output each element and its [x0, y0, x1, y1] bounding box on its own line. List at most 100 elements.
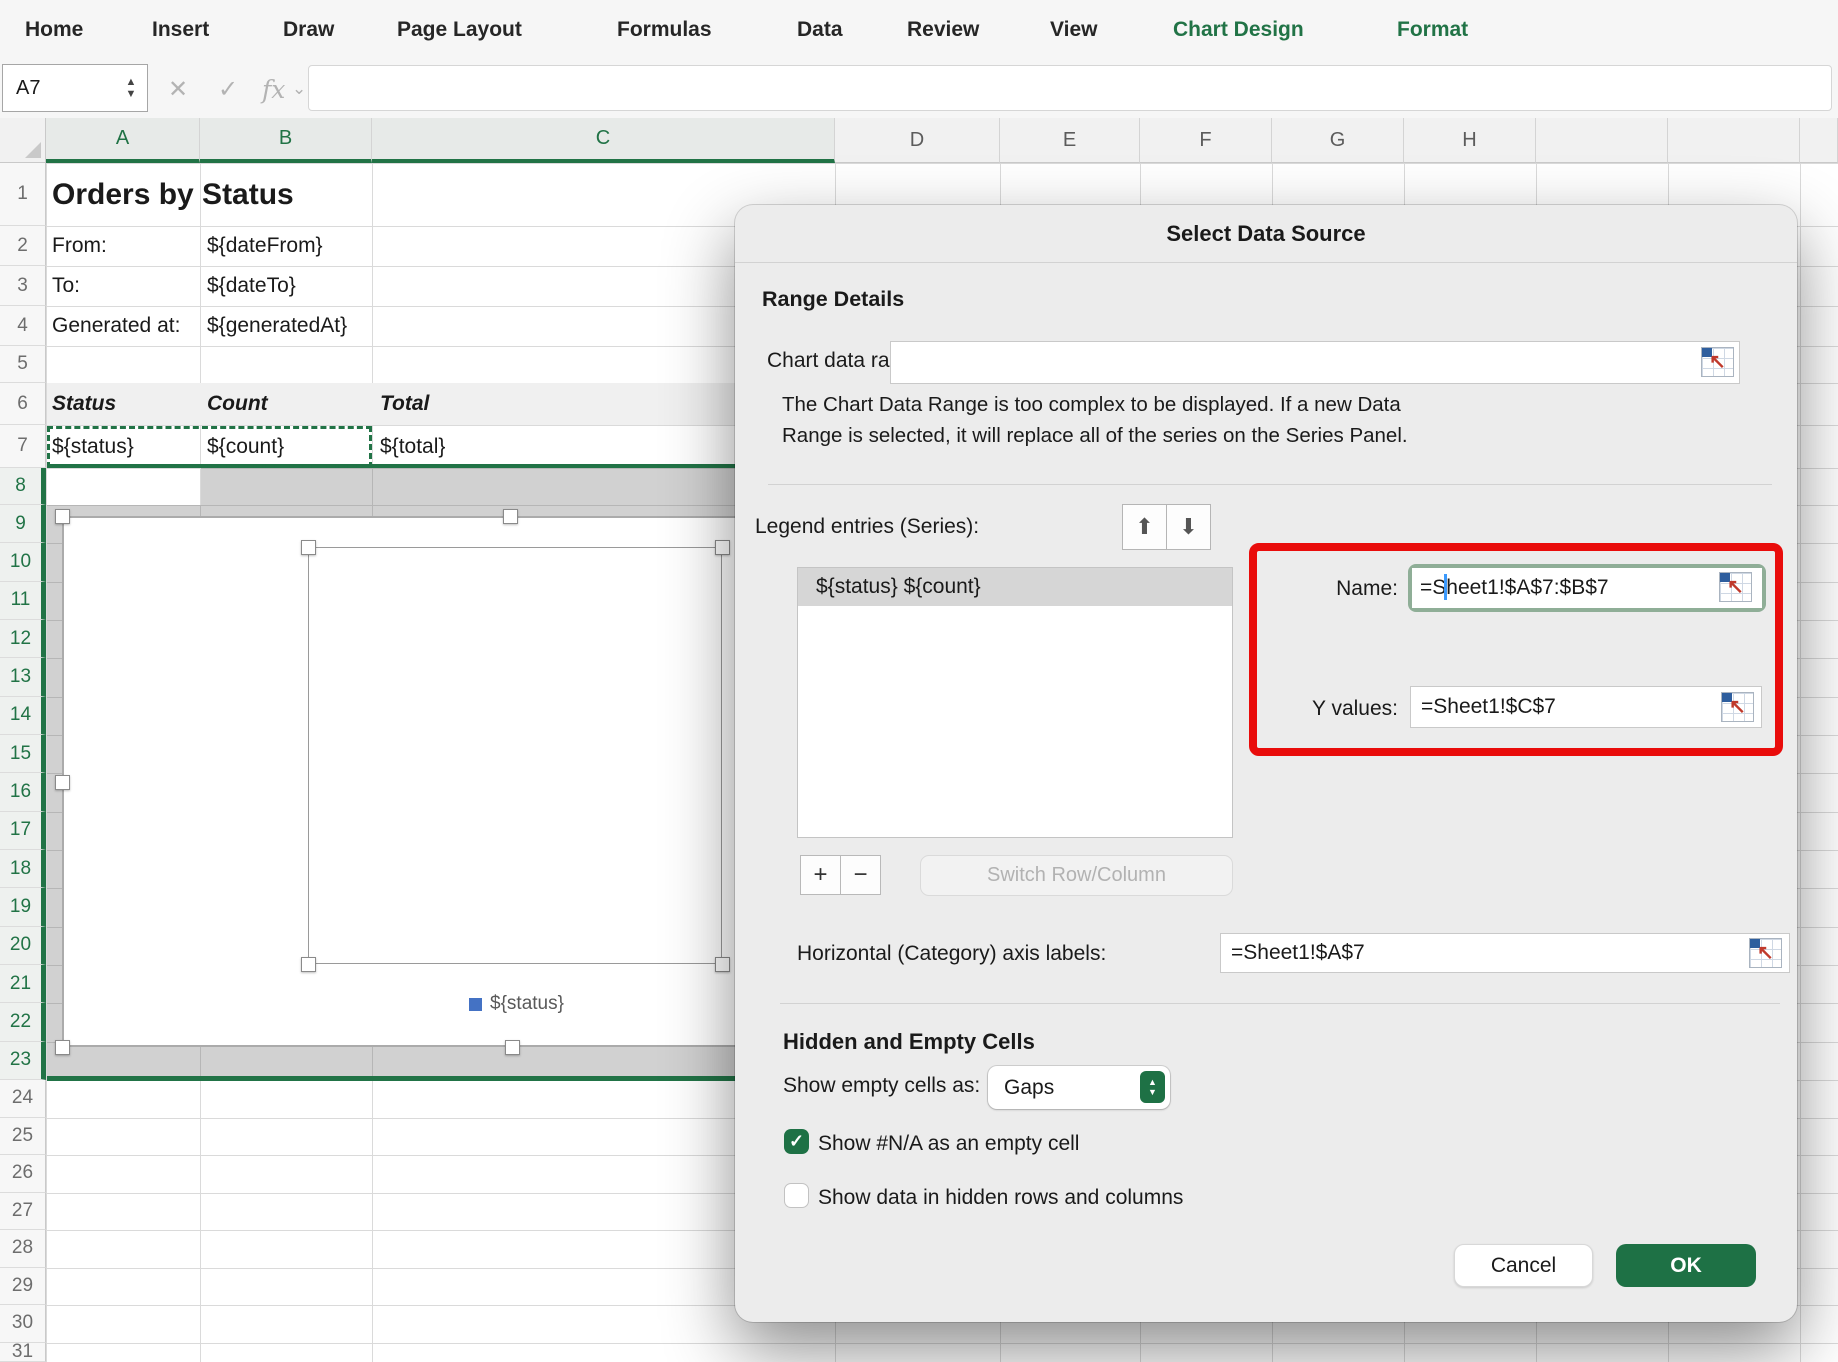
column-header-A[interactable]: A	[46, 118, 200, 163]
chart-legend[interactable]: ${status}	[469, 993, 564, 1015]
cell-b3[interactable]: ${dateTo}	[207, 266, 296, 306]
row-header-20[interactable]: 20	[0, 927, 46, 965]
tab-format[interactable]: Format	[1397, 0, 1468, 60]
row-header-22[interactable]: 22	[0, 1003, 46, 1041]
row-header-30[interactable]: 30	[0, 1305, 46, 1343]
insert-function-icon[interactable]: fx	[262, 60, 285, 118]
column-header-B[interactable]: B	[200, 118, 372, 163]
series-move-up-button[interactable]: ⬆	[1122, 504, 1167, 550]
tab-review[interactable]: Review	[907, 0, 979, 60]
cell-a2[interactable]: From:	[52, 226, 107, 266]
cell-c7[interactable]: ${total}	[380, 425, 445, 468]
row-header-5[interactable]: 5	[0, 346, 46, 383]
column-header-blank-8[interactable]	[1536, 118, 1668, 163]
chart-data-range-input[interactable]	[890, 341, 1740, 384]
series-move-down-button[interactable]: ⬇	[1166, 504, 1211, 550]
plot-handle-top-left[interactable]	[301, 540, 316, 555]
range-selector-icon[interactable]	[1701, 347, 1734, 377]
tab-page-layout[interactable]: Page Layout	[397, 0, 522, 60]
show-hidden-checkbox[interactable]	[784, 1183, 809, 1208]
row-header-8[interactable]: 8	[0, 468, 46, 505]
column-header-E[interactable]: E	[1000, 118, 1140, 163]
tab-insert[interactable]: Insert	[152, 0, 209, 60]
row-header-23[interactable]: 23	[0, 1042, 46, 1080]
row-header-1[interactable]: 1	[0, 163, 46, 226]
column-header-C[interactable]: C	[372, 118, 835, 163]
range-selector-icon[interactable]	[1719, 572, 1752, 602]
chart-plot-area[interactable]	[308, 547, 722, 964]
row-header-3[interactable]: 3	[0, 266, 46, 306]
row-header-31[interactable]: 31	[0, 1343, 46, 1362]
row-header-28[interactable]: 28	[0, 1230, 46, 1268]
add-series-button[interactable]: +	[800, 855, 841, 895]
row-header-12[interactable]: 12	[0, 620, 46, 658]
row-header-25[interactable]: 25	[0, 1118, 46, 1156]
cell-b4[interactable]: ${generatedAt}	[207, 306, 347, 346]
cell-b6-header[interactable]: Count	[207, 383, 268, 425]
cell-b2[interactable]: ${dateFrom}	[207, 226, 323, 266]
tab-view[interactable]: View	[1050, 0, 1097, 60]
plot-handle-bottom-left[interactable]	[301, 957, 316, 972]
row-header-13[interactable]: 13	[0, 658, 46, 696]
row-header-2[interactable]: 2	[0, 226, 46, 266]
row-header-19[interactable]: 19	[0, 888, 46, 926]
plot-handle-top-right[interactable]	[715, 540, 730, 555]
row-header-15[interactable]: 15	[0, 735, 46, 773]
cancel-entry-icon[interactable]: ✕	[168, 60, 188, 118]
chart-handle-bottom-left[interactable]	[55, 1040, 70, 1055]
confirm-entry-icon[interactable]: ✓	[218, 60, 238, 118]
cell-a1-title[interactable]: Orders by Status	[52, 163, 294, 226]
tab-chart-design[interactable]: Chart Design	[1173, 0, 1304, 60]
remove-series-button[interactable]: −	[840, 855, 881, 895]
series-list-item-selected[interactable]: ${status} ${count}	[798, 568, 1232, 606]
row-header-14[interactable]: 14	[0, 697, 46, 735]
name-box[interactable]: A7 ▲ ▼	[2, 64, 148, 112]
cancel-button[interactable]: Cancel	[1454, 1244, 1593, 1287]
chart-handle-bottom-center[interactable]	[505, 1040, 520, 1055]
show-na-checkbox[interactable]: ✓	[784, 1129, 809, 1154]
tab-draw[interactable]: Draw	[283, 0, 334, 60]
axis-labels-input[interactable]: =Sheet1!$A$7	[1220, 933, 1790, 973]
row-header-9[interactable]: 9	[0, 505, 46, 543]
row-header-27[interactable]: 27	[0, 1193, 46, 1231]
show-empty-cells-dropdown[interactable]: Gaps ▲▼	[988, 1066, 1170, 1109]
row-header-26[interactable]: 26	[0, 1155, 46, 1193]
formula-input[interactable]	[308, 65, 1832, 111]
row-header-4[interactable]: 4	[0, 306, 46, 346]
row-header-11[interactable]: 11	[0, 582, 46, 620]
row-header-24[interactable]: 24	[0, 1080, 46, 1118]
column-header-D[interactable]: D	[835, 118, 1000, 163]
column-header-H[interactable]: H	[1404, 118, 1536, 163]
cell-a6-header[interactable]: Status	[52, 383, 116, 425]
cell-c6-header[interactable]: Total	[380, 383, 429, 425]
cell-a4[interactable]: Generated at:	[52, 306, 180, 346]
ok-button[interactable]: OK	[1616, 1244, 1756, 1287]
range-selector-icon[interactable]	[1721, 692, 1754, 722]
row-header-7[interactable]: 7	[0, 425, 46, 468]
row-header-17[interactable]: 17	[0, 812, 46, 850]
series-name-input[interactable]: =Sheet1!$A$7:$B$7	[1412, 568, 1762, 608]
row-header-21[interactable]: 21	[0, 965, 46, 1003]
column-header-blank-10[interactable]	[1800, 118, 1838, 163]
select-all-corner[interactable]	[0, 118, 46, 163]
row-header-16[interactable]: 16	[0, 773, 46, 811]
chevron-down-icon[interactable]: ⌄	[292, 60, 306, 118]
chart-handle-top-left[interactable]	[55, 509, 70, 524]
row-header-10[interactable]: 10	[0, 543, 46, 581]
column-header-blank-9[interactable]	[1668, 118, 1800, 163]
tab-data[interactable]: Data	[797, 0, 843, 60]
switch-row-column-button[interactable]: Switch Row/Column	[920, 855, 1233, 896]
row-header-29[interactable]: 29	[0, 1268, 46, 1306]
plot-handle-bottom-right[interactable]	[715, 957, 730, 972]
row-header-6[interactable]: 6	[0, 383, 46, 425]
column-header-F[interactable]: F	[1140, 118, 1272, 163]
chart-handle-top-center[interactable]	[503, 509, 518, 524]
name-box-stepper[interactable]: ▲ ▼	[119, 69, 143, 107]
series-list[interactable]: ${status} ${count}	[797, 567, 1233, 838]
cell-a3[interactable]: To:	[52, 266, 80, 306]
y-values-input[interactable]: =Sheet1!$C$7	[1410, 686, 1762, 728]
tab-home[interactable]: Home	[25, 0, 83, 60]
chart-handle-middle-left[interactable]	[55, 775, 70, 790]
column-header-G[interactable]: G	[1272, 118, 1404, 163]
range-selector-icon[interactable]	[1749, 938, 1782, 968]
